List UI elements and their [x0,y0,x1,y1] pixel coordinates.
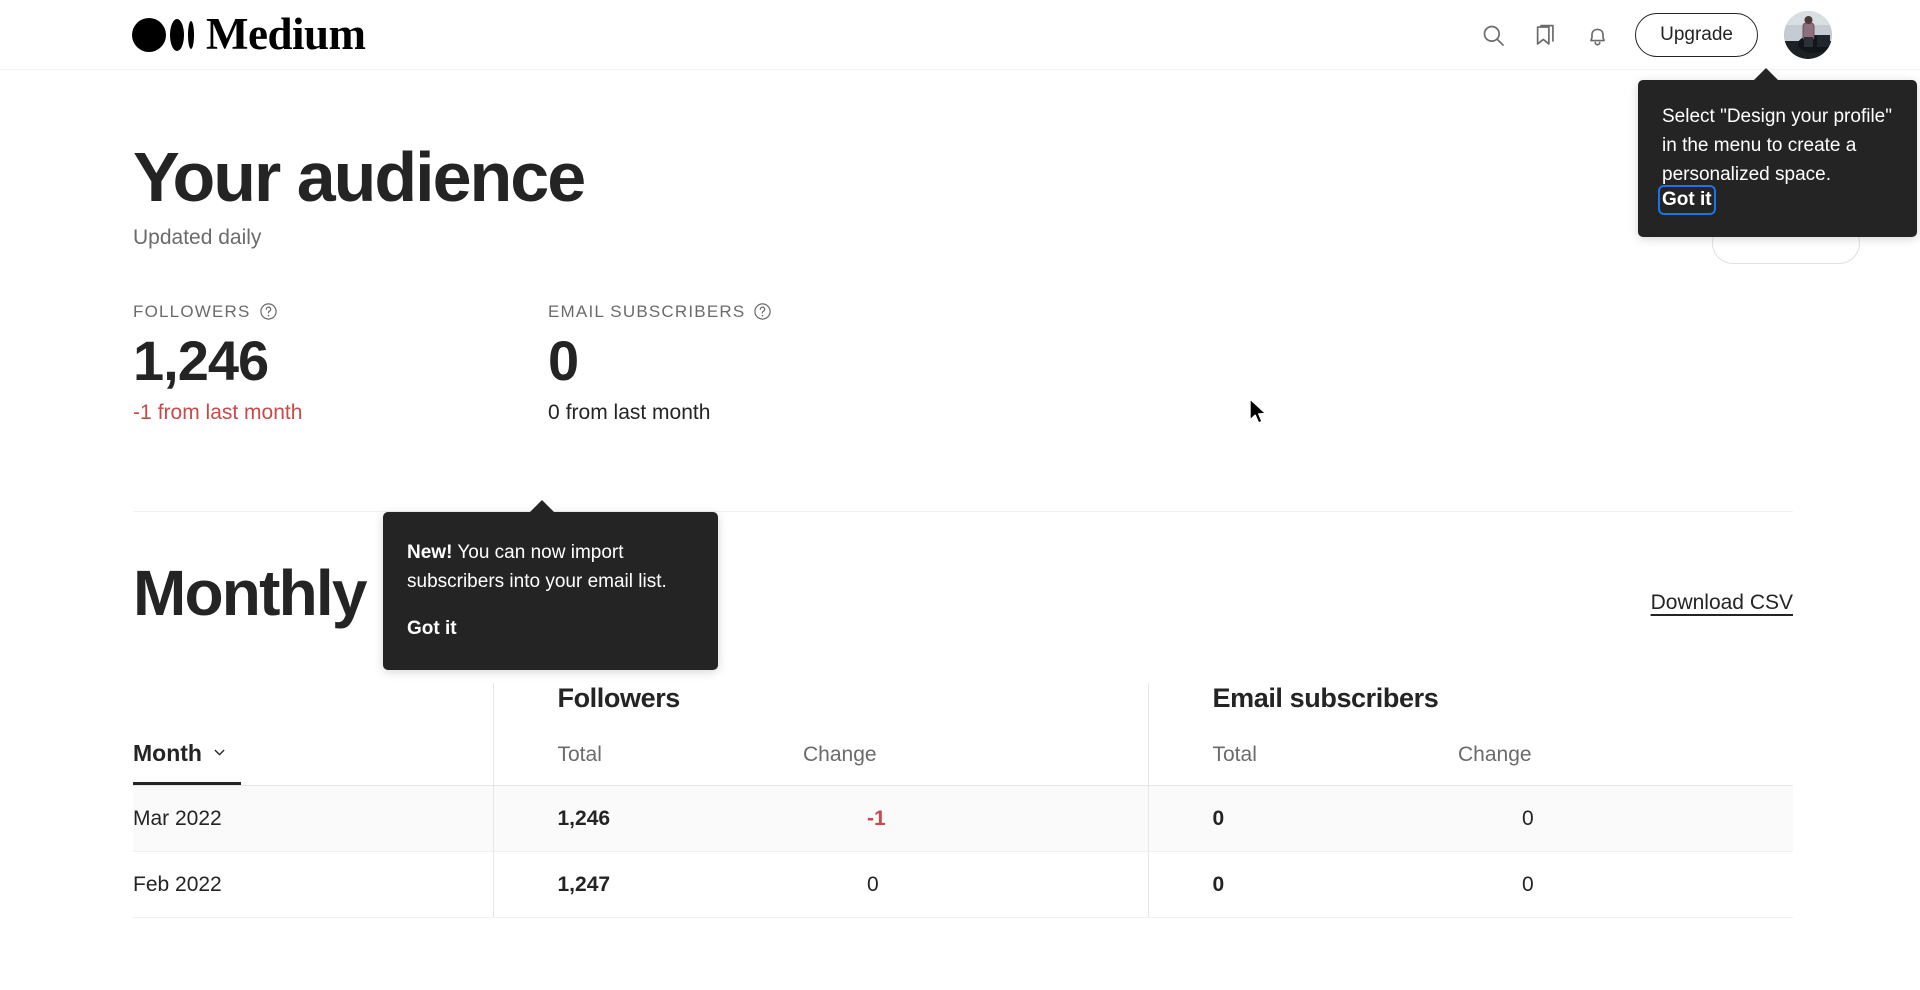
stat-followers-delta: -1 [133,401,152,425]
page-subtitle: Updated daily [133,225,262,249]
tooltip-arrow [1753,68,1779,81]
upgrade-button[interactable]: Upgrade [1635,13,1758,57]
page-title: Your audience [133,138,586,216]
column-header-month[interactable]: Month [133,740,493,786]
cell-email-change: 0 [1458,785,1793,853]
medium-logo-mark-icon [132,16,194,54]
stat-email-delta: 0 [548,401,560,425]
tooltip-subscribers-text: New! You can now import subscribers into… [407,538,694,596]
stat-followers-value: 1,246 [133,328,269,392]
column-header-email-total[interactable]: Total [1147,740,1458,786]
avatar[interactable] [1784,11,1832,59]
question-circle-icon[interactable] [753,302,772,321]
stat-email-period: from last month [565,401,711,425]
bookmark-icon[interactable] [1519,9,1571,61]
section-divider [133,511,1793,513]
cell-email-total: 0 [1147,785,1458,853]
tooltip-arrow [529,500,555,513]
stat-email-value: 0 [548,328,579,392]
stat-followers-change: -1 from last month [133,401,548,425]
medium-logo[interactable]: Medium [132,12,366,57]
logo-ellipse-medium [170,18,184,51]
column-header-month-label: Month [133,740,202,767]
column-header-month-active-underline [133,782,241,786]
group-header-email-subscribers: Email subscribers [1147,683,1793,741]
stat-email-label: EMAIL SUBSCRIBERS [548,301,746,321]
group-header-spacer [133,683,493,740]
download-csv-link[interactable]: Download CSV [1651,591,1793,615]
tooltip-profile-got-it-button[interactable]: Got it [1658,185,1716,215]
page-root: Medium Upgrade Your audience Updated dai… [0,0,1920,990]
tooltip-design-your-profile: Select "Design your profile" in the menu… [1638,68,1917,237]
tooltip-subscribers-got-it-button[interactable]: Got it [407,618,457,640]
table-subheader-row: Month Total Change Total Change [133,740,1793,786]
cell-followers-change: 0 [803,851,1148,919]
stat-followers-label: FOLLOWERS [133,301,251,321]
cell-month: Mar 2022 [133,785,493,853]
group-header-followers: Followers [492,683,1148,741]
tooltip-profile-text: Select "Design your profile" in the menu… [1662,106,1892,185]
bell-icon[interactable] [1571,9,1623,61]
stat-followers: FOLLOWERS 1,246 -1 from last month [133,302,548,426]
site-header: Medium Upgrade [0,0,1920,70]
table-body: Mar 2022 1,246 -1 0 0 Feb 2022 1,247 0 0… [133,785,1793,919]
stats-row: FOLLOWERS 1,246 -1 from last month EMAIL… [133,302,1793,426]
tooltip-import-subscribers: New! You can now import subscribers into… [383,500,718,670]
cell-followers-change: -1 [803,785,1148,853]
question-circle-icon[interactable] [259,302,278,321]
cell-followers-total: 1,247 [492,851,803,919]
stat-email-label-row: EMAIL SUBSCRIBERS [548,302,963,322]
monthly-growth-table: Followers Email subscribers Month Total … [133,683,1793,919]
table-row: Feb 2022 1,247 0 0 0 [133,851,1793,919]
tooltip-subscribers-lead: New! [407,542,453,563]
stat-followers-period: from last month [157,401,303,425]
cell-email-change: 0 [1458,851,1793,919]
column-header-followers-change[interactable]: Change [803,740,1148,785]
cell-followers-total: 1,246 [492,785,803,853]
stat-followers-label-row: FOLLOWERS [133,302,548,322]
cell-email-total: 0 [1147,851,1458,919]
stat-email-change: 0 from last month [548,401,963,425]
cell-month: Feb 2022 [133,851,493,919]
table-group-header-row: Followers Email subscribers [133,683,1793,741]
logo-ellipse-large [132,17,166,52]
header-actions: Upgrade [1467,0,1832,70]
main-content: Your audience Updated daily FOLLOWERS 1,… [0,70,1920,919]
table-row: Mar 2022 1,246 -1 0 0 [133,785,1793,853]
stat-email-subscribers: EMAIL SUBSCRIBERS 0 0 from last month [548,302,963,426]
medium-wordmark: Medium [206,9,366,59]
monthly-growth-header: Monthly growth Download CSV [133,559,1793,627]
logo-ellipse-small [188,20,194,49]
chevron-down-icon [211,740,228,767]
table-head: Followers Email subscribers Month Total … [133,683,1793,787]
column-header-email-change[interactable]: Change [1458,740,1793,785]
search-icon[interactable] [1467,9,1519,61]
column-header-followers-total[interactable]: Total [492,740,803,786]
